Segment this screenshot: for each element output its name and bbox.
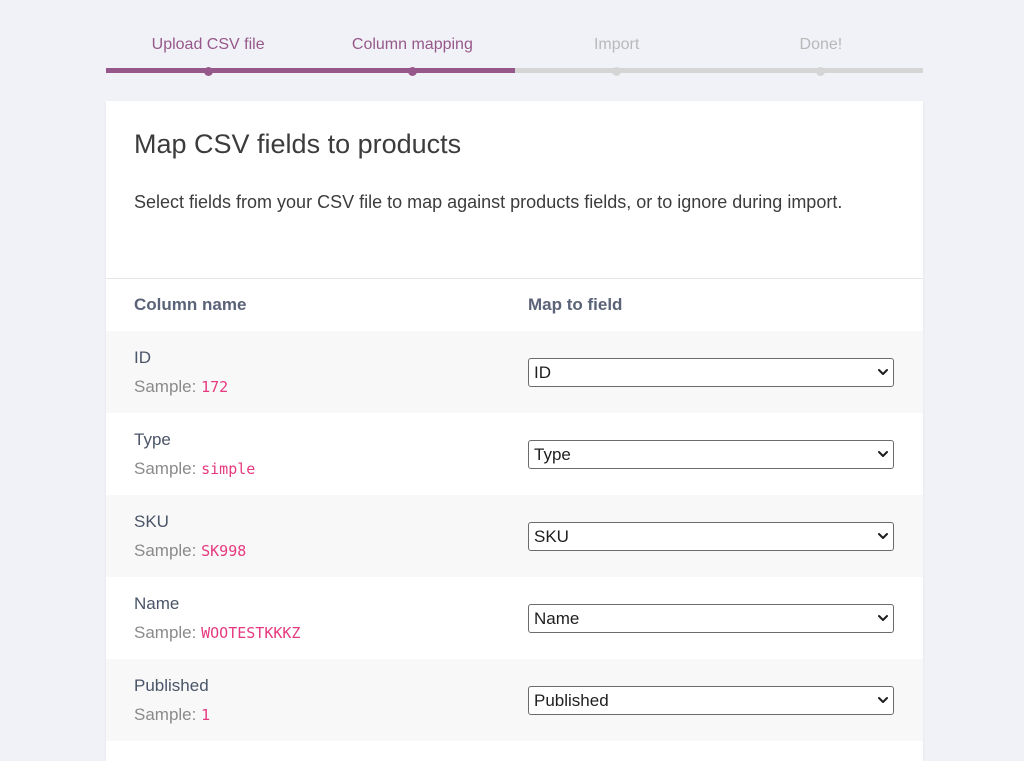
chevron-down-icon [878,696,888,703]
field-name: Type [134,429,171,449]
sample-label: Sample: [134,458,197,478]
select-value: SKU [534,526,569,546]
step-import: Import [514,0,719,80]
sample-line: Sample: simple [134,458,528,480]
page-title: Map CSV fields to products [134,129,462,159]
step-upload-csv: Upload CSV file [106,0,311,80]
sample-value: simple [201,459,256,478]
step-label: Import [593,36,640,53]
map-field-select[interactable]: Type [528,439,894,469]
step-done: Done! [718,0,923,80]
card-header: Map CSV fields to products Select fields… [106,101,923,279]
sample-value: WOOTESTKKKZ [201,623,301,642]
table-row: Name Sample: WOOTESTKKKZ Name [106,577,923,659]
field-name: Name [134,593,180,613]
step-label: Upload CSV file [151,36,265,53]
column-name-header: Column name [134,295,247,314]
map-field-select[interactable]: Published [528,685,894,715]
column-name-cell: SKU Sample: SK998 [106,495,528,577]
mapping-card: Map CSV fields to products Select fields… [106,101,923,761]
sample-value: 1 [201,705,211,724]
sample-value: 172 [201,377,229,396]
step-dot [407,67,417,76]
chevron-down-icon [878,532,888,539]
chevron-down-icon [878,368,888,375]
mapping-table: Column name Map to field ID Sample: 172 … [106,279,923,741]
table-row: Published Sample: 1 Published [106,659,923,741]
sample-label: Sample: [134,704,197,724]
select-value: Name [534,608,580,628]
column-name-cell: Type Sample: simple [106,413,528,495]
map-field-select[interactable]: ID [528,357,894,387]
column-name-cell: Published Sample: 1 [106,659,528,741]
column-name-cell: Name Sample: WOOTESTKKKZ [106,577,528,659]
step-column-mapping: Column mapping [310,0,515,80]
field-name: Published [134,675,209,695]
select-value: Type [534,444,571,464]
select-value: Published [534,690,609,710]
sample-label: Sample: [134,622,197,642]
sample-line: Sample: SK998 [134,540,528,562]
sample-label: Sample: [134,376,197,396]
chevron-down-icon [878,614,888,621]
step-label: Column mapping [351,36,473,53]
step-label: Done! [799,36,843,53]
map-cell: ID [528,331,923,413]
column-name-cell: ID Sample: 172 [106,331,528,413]
table-row: ID Sample: 172 ID [106,331,923,413]
field-name: ID [134,347,151,367]
sample-line: Sample: 1 [134,704,528,726]
progress-steps: Upload CSV file Column mapping Import Do… [106,0,923,80]
map-field-select[interactable]: Name [528,603,894,633]
map-to-field-header: Map to field [528,295,623,314]
field-name: SKU [134,511,169,531]
chevron-down-icon [878,450,888,457]
sample-line: Sample: 172 [134,376,528,398]
map-cell: Published [528,659,923,741]
step-dot [612,67,622,76]
page-description: Select fields from your CSV file to map … [134,192,843,212]
table-row: SKU Sample: SK998 SKU [106,495,923,577]
step-dot [203,67,213,76]
table-row: Type Sample: simple Type [106,413,923,495]
sample-line: Sample: WOOTESTKKKZ [134,622,528,644]
select-value: ID [534,362,551,382]
map-cell: SKU [528,495,923,577]
map-field-select[interactable]: SKU [528,521,894,551]
sample-value: SK998 [201,541,247,560]
map-cell: Type [528,413,923,495]
table-header-row: Column name Map to field [106,279,923,331]
sample-label: Sample: [134,540,197,560]
step-dot [816,67,826,76]
map-cell: Name [528,577,923,659]
